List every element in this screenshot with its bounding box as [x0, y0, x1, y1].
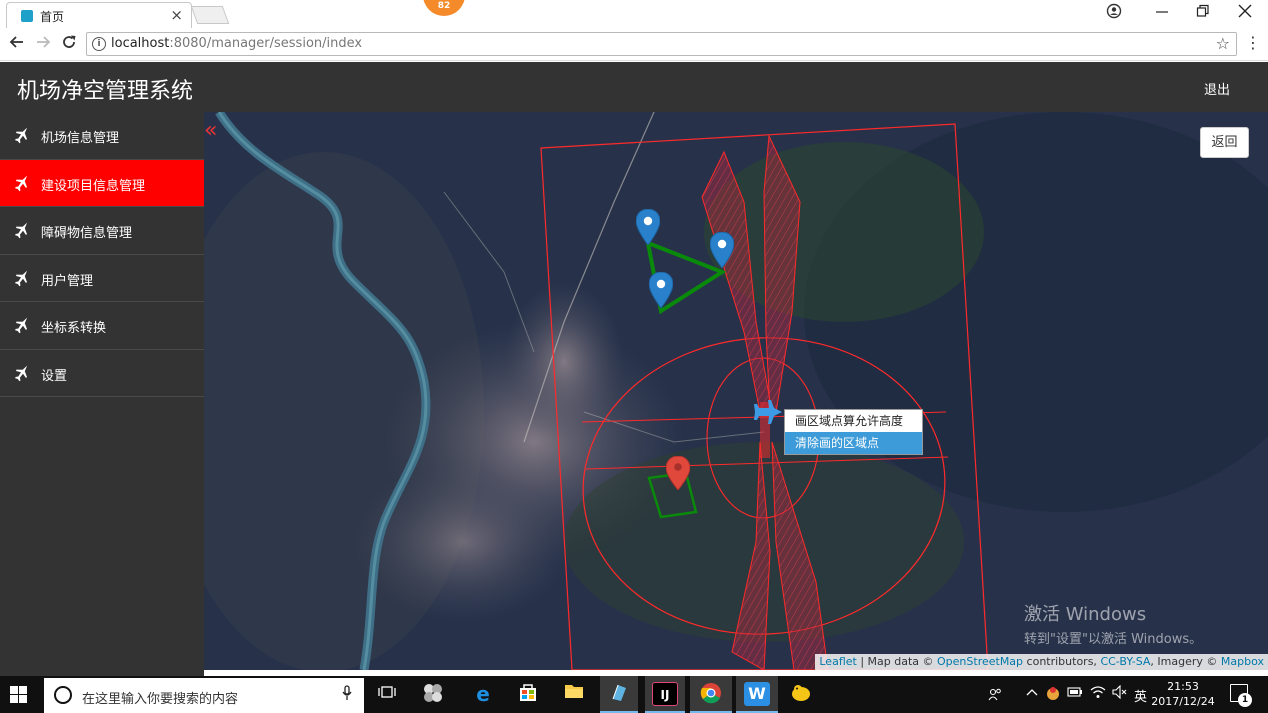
context-menu-item-calc-height[interactable]: 画区域点算允许高度 — [785, 410, 922, 432]
microphone-icon[interactable] — [342, 685, 352, 705]
map-marker-red-icon[interactable] — [666, 456, 690, 490]
people-icon[interactable] — [988, 687, 1002, 704]
show-hidden-icons-icon[interactable] — [1026, 686, 1038, 701]
browser-tabstrip: 首页 × 82 — [0, 0, 1268, 28]
wifi-icon[interactable] — [1090, 685, 1106, 702]
clock-date: 2017/12/24 — [1151, 695, 1215, 708]
back-button[interactable]: 返回 — [1200, 127, 1249, 158]
sidebar-item-obstacles[interactable]: 障碍物信息管理 — [0, 207, 204, 255]
browser-toolbar: i localhost:8080/manager/session/index ☆… — [0, 28, 1268, 61]
task-view-icon[interactable] — [374, 682, 400, 706]
tab-title: 首页 — [40, 10, 65, 24]
windows-activation-watermark: 激活 Windows 转到"设置"以激活 Windows。 — [1024, 600, 1202, 647]
airplane-icon — [15, 222, 28, 239]
reload-icon[interactable] — [61, 34, 77, 55]
file-explorer-icon[interactable] — [561, 682, 587, 706]
tray-app-icon[interactable] — [1046, 685, 1060, 704]
new-tab-button[interactable] — [190, 6, 230, 24]
pinwheel-app-icon[interactable] — [420, 682, 446, 706]
url-text: localhost:8080/manager/session/index — [111, 36, 363, 51]
address-bar[interactable]: i localhost:8080/manager/session/index ☆ — [86, 32, 1237, 56]
sidebar-item-settings[interactable]: 设置 — [0, 350, 204, 397]
watermark-subtitle: 转到"设置"以激活 Windows。 — [1024, 632, 1203, 647]
store-icon[interactable] — [515, 682, 541, 706]
attribution-text: , Imagery © — [1150, 655, 1221, 668]
sidebar-item-label: 坐标系转换 — [41, 321, 107, 336]
windows-start-icon[interactable] — [10, 686, 28, 703]
sidebar-item-label: 用户管理 — [41, 273, 94, 289]
cortana-icon[interactable] — [54, 686, 72, 704]
watermark-title: 激活 Windows — [1024, 604, 1147, 625]
map-marker-blue-icon[interactable] — [649, 272, 673, 308]
info-icon[interactable]: i — [92, 37, 106, 51]
airplane-icon — [15, 270, 28, 286]
clock-time: 21:53 — [1167, 680, 1199, 693]
browser-menu-icon[interactable]: ⋮ — [1245, 33, 1261, 52]
sidebar-item-airport-info[interactable]: 机场信息管理 — [0, 112, 204, 160]
restore-icon[interactable] — [1196, 3, 1210, 23]
logout-button[interactable]: 退出 — [1204, 79, 1230, 98]
map-canvas — [204, 112, 1268, 670]
app-title: 机场净空管理系统 — [17, 79, 194, 104]
airplane-icon — [15, 127, 28, 144]
collapse-sidebar-icon[interactable]: « — [204, 120, 217, 142]
taskbar-clock[interactable]: 21:53 2017/12/24 — [1150, 679, 1216, 709]
taskbar-search-input[interactable]: 在这里输入你要搜索的内容 — [44, 678, 364, 713]
mapbox-link[interactable]: Mapbox — [1221, 655, 1264, 668]
airplane-icon — [15, 317, 28, 334]
sidebar-item-construction-projects[interactable]: 建设项目信息管理 — [0, 159, 204, 207]
battery-icon[interactable] — [1067, 686, 1083, 701]
sidebar-item-label: 设置 — [41, 368, 68, 384]
sidebar-item-coordinate-conversion[interactable]: 坐标系转换 — [0, 302, 204, 350]
context-menu-item-clear-points[interactable]: 清除画的区域点 — [785, 432, 922, 454]
notes-app-icon[interactable] — [606, 682, 632, 706]
minimize-icon[interactable] — [1155, 3, 1169, 23]
sidebar-item-label: 建设项目信息管理 — [41, 178, 146, 194]
map-view[interactable]: « 返回 画区域点算允许高度 清除画的区域点 激活 Windows 转到"设置"… — [204, 112, 1268, 670]
tab-favicon-icon — [21, 10, 33, 22]
intellij-idea-icon[interactable]: IJ — [652, 682, 678, 706]
app-header: 机场净空管理系统 退出 — [0, 62, 1268, 112]
webstorm-icon[interactable]: W — [744, 682, 770, 706]
license-link[interactable]: CC-BY-SA — [1100, 655, 1150, 668]
tab-close-icon[interactable]: × — [170, 6, 183, 24]
ime-indicator[interactable]: 英 — [1134, 686, 1147, 705]
close-window-icon[interactable] — [1238, 3, 1252, 23]
taskbar-search-placeholder: 在这里输入你要搜索的内容 — [82, 692, 239, 707]
airplane-icon — [15, 365, 28, 381]
osm-link[interactable]: OpenStreetMap — [937, 655, 1023, 668]
map-attribution: Leaflet | Map data © OpenStreetMap contr… — [815, 654, 1268, 670]
map-context-menu: 画区域点算允许高度 清除画的区域点 — [784, 409, 923, 455]
map-marker-blue-icon[interactable] — [636, 209, 660, 245]
edge-browser-icon[interactable]: e — [470, 682, 496, 706]
chick-app-icon[interactable] — [788, 682, 814, 706]
sidebar-item-users[interactable]: 用户管理 — [0, 255, 204, 302]
airplane-icon — [15, 175, 28, 191]
volume-icon[interactable] — [1112, 684, 1128, 702]
attribution-text: contributors, — [1023, 655, 1101, 668]
windows-taskbar: 在这里输入你要搜索的内容 e IJ W 英 21:53 2017/12/24 1 — [0, 676, 1268, 713]
sidebar: 机场信息管理 建设项目信息管理 障碍物信息管理 用户管理 坐标系转换 设置 — [0, 112, 204, 676]
sidebar-item-label: 机场信息管理 — [41, 131, 120, 146]
profile-icon[interactable] — [1106, 3, 1122, 23]
attribution-text: | Map data © — [856, 655, 938, 668]
browser-tab[interactable]: 首页 × — [6, 2, 192, 28]
forward-arrow-icon[interactable] — [35, 34, 51, 55]
notification-count: 1 — [1238, 693, 1252, 707]
back-arrow-icon[interactable] — [9, 34, 25, 55]
bookmark-star-icon[interactable]: ☆ — [1216, 34, 1230, 53]
sidebar-item-label: 障碍物信息管理 — [41, 226, 133, 241]
leaflet-link[interactable]: Leaflet — [819, 655, 856, 668]
urban-area — [354, 462, 574, 622]
extension-badge[interactable]: 82 — [423, 0, 465, 16]
map-marker-blue-icon[interactable] — [710, 232, 734, 268]
chrome-browser-icon[interactable] — [698, 682, 724, 706]
